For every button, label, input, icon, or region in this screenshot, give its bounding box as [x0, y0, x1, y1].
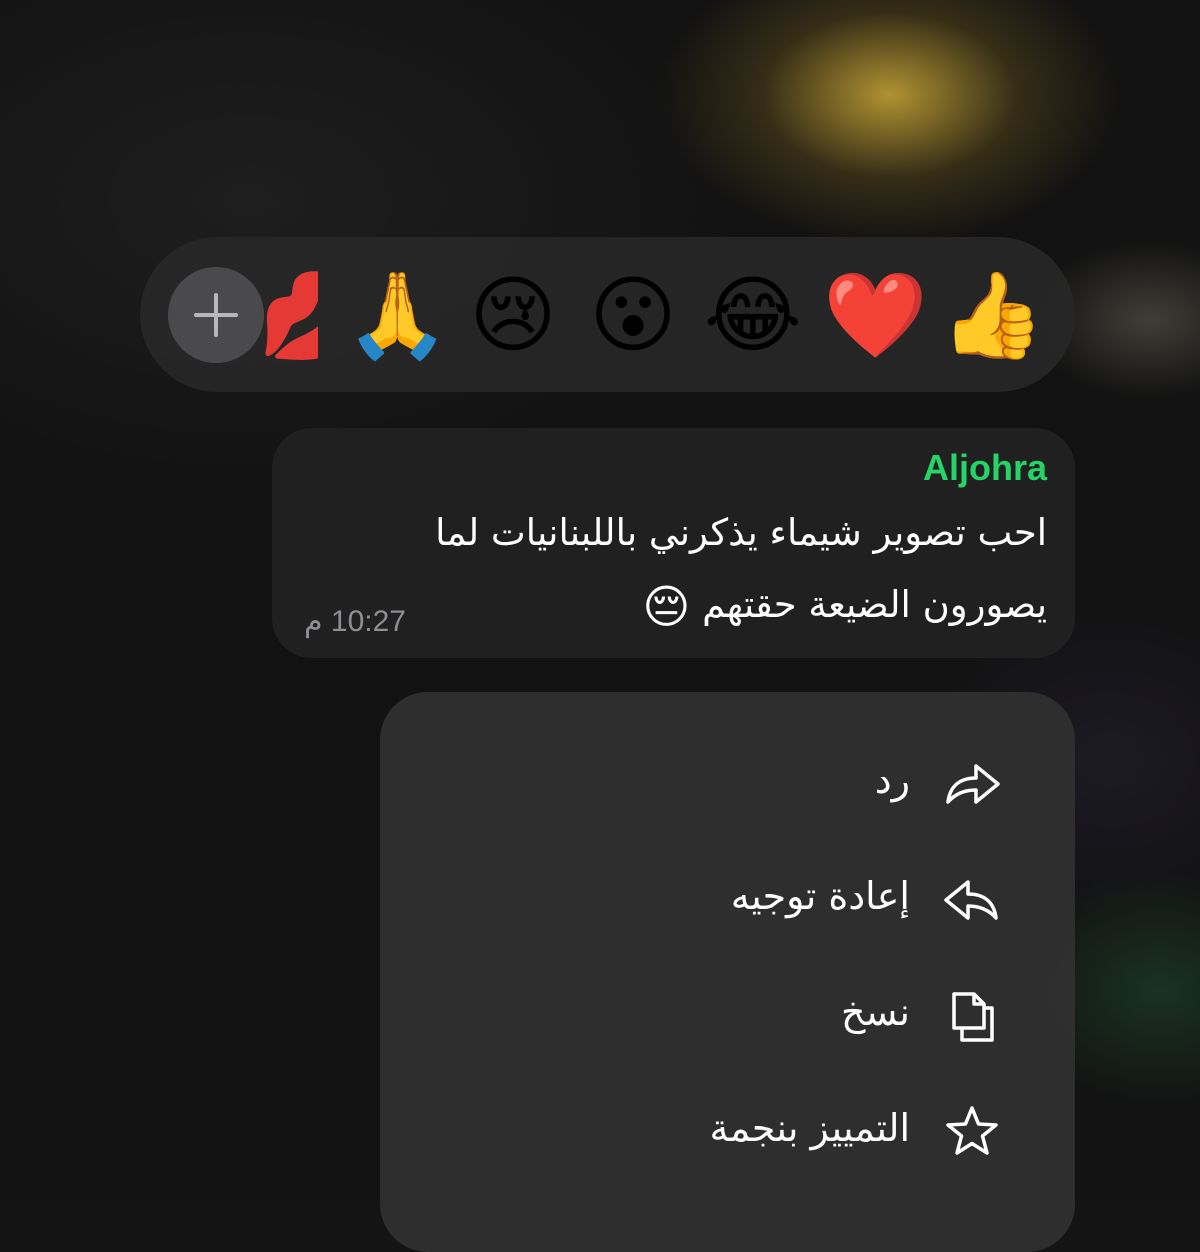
message-context-menu: رد إعادة توجيه نسخ التمييز بنجمة	[380, 692, 1075, 1252]
forward-icon	[944, 880, 998, 920]
thumbs-up-reaction[interactable]: 👍	[940, 265, 1045, 365]
star-icon	[946, 1106, 998, 1155]
kiss-mark-reaction[interactable]: 💋	[258, 265, 318, 365]
menu-item-star[interactable]: التمييز بنجمة	[380, 1072, 1075, 1188]
copy-icon	[952, 992, 994, 1042]
sender-name: Aljohra	[922, 447, 1047, 488]
menu-item-reply[interactable]: رد	[380, 724, 1075, 840]
reply-icon	[946, 764, 1000, 804]
message-text-line-2: يصورون الضيعة حقتهم 😔	[642, 580, 1047, 632]
menu-label-forward: إعادة توجيه	[730, 874, 910, 918]
message-timestamp: 10:27 م	[304, 605, 406, 638]
reaction-picker: 👍 ❤️ 😂 😮 😢 🙏 💋	[140, 237, 1075, 392]
surprised-face-reaction[interactable]: 😮	[583, 265, 683, 365]
pensive-face-emoji: 😔	[642, 579, 691, 634]
message-bubble[interactable]: Aljohra احب تصوير شيماء يذكرني باللبناني…	[272, 428, 1075, 658]
plus-icon	[194, 293, 238, 337]
add-reaction-button[interactable]	[168, 267, 264, 363]
menu-label-star: التمييز بنجمة	[709, 1106, 910, 1150]
folded-hands-reaction[interactable]: 🙏	[345, 265, 450, 365]
message-text-line-1: احب تصوير شيماء يذكرني باللبنانيات لما	[435, 511, 1047, 554]
menu-item-forward[interactable]: إعادة توجيه	[380, 840, 1075, 956]
menu-label-copy: نسخ	[840, 990, 910, 1034]
menu-item-copy[interactable]: نسخ	[380, 956, 1075, 1072]
tears-of-joy-reaction[interactable]: 😂	[703, 265, 803, 365]
menu-label-reply: رد	[874, 758, 910, 802]
message-text-line-2-text: يصورون الضيعة حقتهم	[702, 583, 1047, 626]
red-heart-reaction[interactable]: ❤️	[823, 265, 928, 365]
crying-face-reaction[interactable]: 😢	[463, 265, 563, 365]
